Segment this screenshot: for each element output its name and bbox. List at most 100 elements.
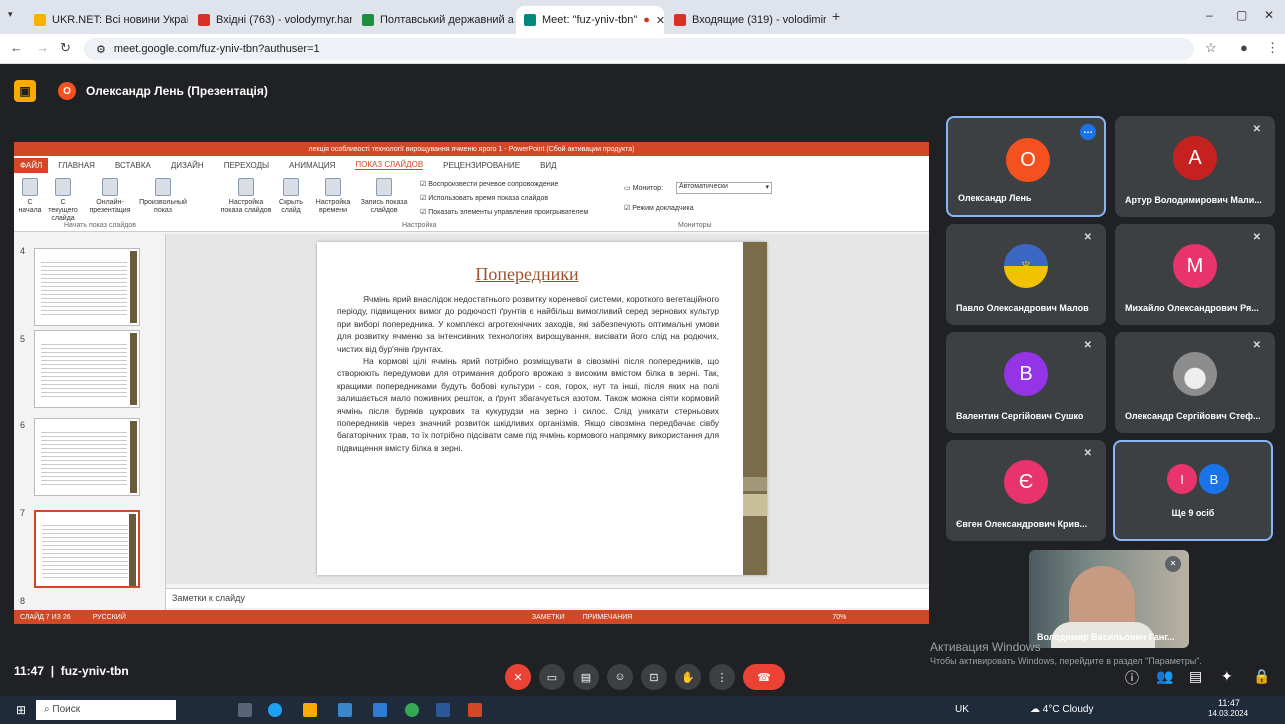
search-icon: ⌕: [44, 704, 50, 715]
presenter-view-checkbox[interactable]: ☑ Режим докладчика: [624, 204, 694, 212]
record-show-button[interactable]: Запись показа слайдов: [358, 178, 410, 215]
chat-icon[interactable]: ▤: [1189, 668, 1202, 685]
participant-tile[interactable]: ♆ ✕ Павло Олександрович Малов: [946, 224, 1106, 325]
meeting-details-icon[interactable]: ⓘ: [1125, 668, 1139, 688]
ppt-tab-design[interactable]: ДИЗАЙН: [171, 161, 204, 170]
explorer-icon[interactable]: [303, 703, 317, 717]
more-participants-tile[interactable]: І В Ще 9 осіб: [1113, 440, 1273, 541]
tab-meet[interactable]: Meet: "fuz-yniv-tbn" ● ✕: [516, 6, 664, 34]
cat-photo-avatar: [1173, 352, 1217, 396]
ppt-tab-view[interactable]: ВИД: [540, 161, 557, 170]
mic-toggle-button[interactable]: ✕: [505, 664, 531, 690]
slide-thumbnail-selected[interactable]: [34, 510, 140, 588]
taskview-icon[interactable]: [238, 703, 252, 717]
participant-avatar: М: [1173, 244, 1217, 288]
use-timings-checkbox[interactable]: ☑ Использовать время показа слайдов: [420, 194, 548, 202]
hide-slide-button[interactable]: Скрыть слайд: [276, 178, 306, 215]
url-input[interactable]: ⚙ meet.google.com/fuz-yniv-tbn?authuser=1: [84, 38, 1194, 60]
windows-start-icon[interactable]: ⊞: [16, 703, 26, 717]
more-options-icon[interactable]: …: [1080, 124, 1096, 140]
raise-hand-button[interactable]: ✋: [675, 664, 701, 690]
ppt-tab-home[interactable]: ГЛАВНАЯ: [58, 161, 95, 170]
trident-flag-avatar: ♆: [1004, 244, 1048, 288]
meeting-time: 11:47: [14, 664, 45, 678]
powerpoint-icon[interactable]: [468, 703, 482, 717]
tab-gmail-1[interactable]: Вхідні (763) - volodymyr.hanh✕: [190, 6, 352, 34]
weather-widget[interactable]: ☁ 4°C Cloudy: [1030, 704, 1093, 715]
activities-icon[interactable]: ✦: [1221, 668, 1233, 685]
online-presentation-button[interactable]: Онлайн-презентация: [86, 178, 134, 215]
search-placeholder: Поиск: [52, 704, 81, 715]
host-controls-icon[interactable]: 🔒: [1253, 668, 1270, 685]
site-info-icon[interactable]: ⚙: [96, 43, 106, 56]
participant-tile[interactable]: ✕ Олександр Сергійович Стеф...: [1115, 332, 1275, 433]
participant-tile[interactable]: Є ✕ Євген Олександрович Крив...: [946, 440, 1106, 541]
leave-call-button[interactable]: ☎: [743, 664, 785, 690]
slide-thumbnails-pane[interactable]: 4 5 6 7 8: [14, 234, 166, 610]
ukrnet-favicon-icon: [34, 14, 46, 26]
new-tab-icon[interactable]: +: [832, 8, 840, 24]
ppt-tab-slideshow[interactable]: ПОКАЗ СЛАЙДОВ: [355, 160, 424, 170]
profile-avatar-icon[interactable]: ●: [1240, 40, 1248, 55]
tab-menu-icon[interactable]: ▾: [8, 9, 13, 20]
tab-university[interactable]: Полтавський державний агр✕: [354, 6, 514, 34]
ppt-tab-transitions[interactable]: ПЕРЕХОДЫ: [224, 161, 269, 170]
slide-thumbnail[interactable]: [34, 418, 140, 496]
people-icon[interactable]: 👥: [1156, 668, 1173, 685]
from-current-button[interactable]: С текущего слайда: [46, 178, 80, 223]
edge-icon[interactable]: [268, 703, 282, 717]
current-slide[interactable]: Попередники Ячмінь ярий внаслідок недост…: [317, 242, 767, 575]
taskbar-time: 11:47: [1218, 698, 1240, 708]
zoom-level[interactable]: 70%: [832, 614, 846, 621]
restore-icon[interactable]: ▢: [1236, 8, 1247, 22]
activation-watermark-text: Чтобы активировать Windows, перейдите в …: [930, 656, 1202, 666]
camera-toggle-button[interactable]: ▭: [539, 664, 565, 690]
narration-checkbox[interactable]: ☑ Воспроизвести речевое сопровождение: [420, 180, 558, 188]
minimize-icon[interactable]: –: [1206, 8, 1213, 22]
hide-slide-icon: [283, 178, 299, 196]
slide-thumbnail[interactable]: [34, 330, 140, 408]
setup-show-button[interactable]: Настройка показа слайдов: [220, 178, 272, 215]
notes-toggle[interactable]: ЗАМЕТКИ: [532, 614, 565, 621]
calculator-icon[interactable]: [338, 703, 352, 717]
forward-icon[interactable]: →: [36, 40, 49, 55]
taskbar-search[interactable]: ⌕ Поиск: [36, 700, 176, 720]
show-controls-checkbox[interactable]: ☑ Показать элементы управления проигрыва…: [420, 208, 588, 216]
ppt-tab-review[interactable]: РЕЦЕНЗИРОВАНИЕ: [443, 161, 520, 170]
lang-indicator[interactable]: UK: [955, 704, 969, 715]
ppt-tab-animation[interactable]: АНИМАЦИЯ: [289, 161, 335, 170]
tab-ukrnet[interactable]: UKR.NET: Всі новини України✕: [26, 6, 188, 34]
mail-icon[interactable]: [373, 703, 387, 717]
more-options-button[interactable]: ⋮: [709, 664, 735, 690]
back-icon[interactable]: ←: [10, 40, 23, 55]
rehearse-timings-button[interactable]: Настройка времени: [312, 178, 354, 215]
chrome-menu-icon[interactable]: ⋮: [1266, 40, 1279, 56]
self-view-tile[interactable]: ✕ Володимир Васильович Ганг...: [1029, 550, 1189, 648]
custom-show-button[interactable]: Произвольный показ: [138, 178, 188, 215]
close-icon[interactable]: ✕: [650, 14, 664, 27]
chrome-icon[interactable]: [405, 703, 419, 717]
monitor-select[interactable]: Автоматически ▾: [676, 182, 772, 194]
participant-tile[interactable]: О … Олександр Лень: [946, 116, 1106, 217]
word-icon[interactable]: [436, 703, 450, 717]
participant-tile[interactable]: М ✕ Михайло Олександрович Ря...: [1115, 224, 1275, 325]
comments-toggle[interactable]: ПРИМЕЧАНИЯ: [583, 614, 633, 621]
participant-tile[interactable]: В ✕ Валентин Сергійович Сушко: [946, 332, 1106, 433]
participant-tile[interactable]: А ✕ Артур Володимирович Мали...: [1115, 116, 1275, 217]
participant-avatar: О: [1006, 138, 1050, 182]
from-start-button[interactable]: С начала: [18, 178, 42, 215]
present-button[interactable]: ⊡: [641, 664, 667, 690]
reload-icon[interactable]: ↻: [60, 40, 71, 56]
present-screen-icon[interactable]: ▣: [14, 80, 36, 102]
windows-taskbar: ⊞ ⌕ Поиск UK ☁ 4°C Cloudy 11:47 14.03.20…: [0, 696, 1285, 724]
emoji-button[interactable]: ☺: [607, 664, 633, 690]
ppt-tab-insert[interactable]: ВСТАВКА: [115, 161, 151, 170]
notes-pane[interactable]: Заметки к слайду: [166, 588, 929, 608]
tab-gmail-2[interactable]: Входящие (319) - volodimirga✕: [666, 6, 826, 34]
participant-name: Олександр Лень: [958, 193, 1032, 203]
bookmark-star-icon[interactable]: ☆: [1205, 40, 1217, 56]
window-close-icon[interactable]: ✕: [1264, 8, 1274, 22]
slide-thumbnail[interactable]: [34, 248, 140, 326]
ppt-tab-file[interactable]: ФАЙЛ: [14, 157, 49, 173]
captions-button[interactable]: ▤: [573, 664, 599, 690]
